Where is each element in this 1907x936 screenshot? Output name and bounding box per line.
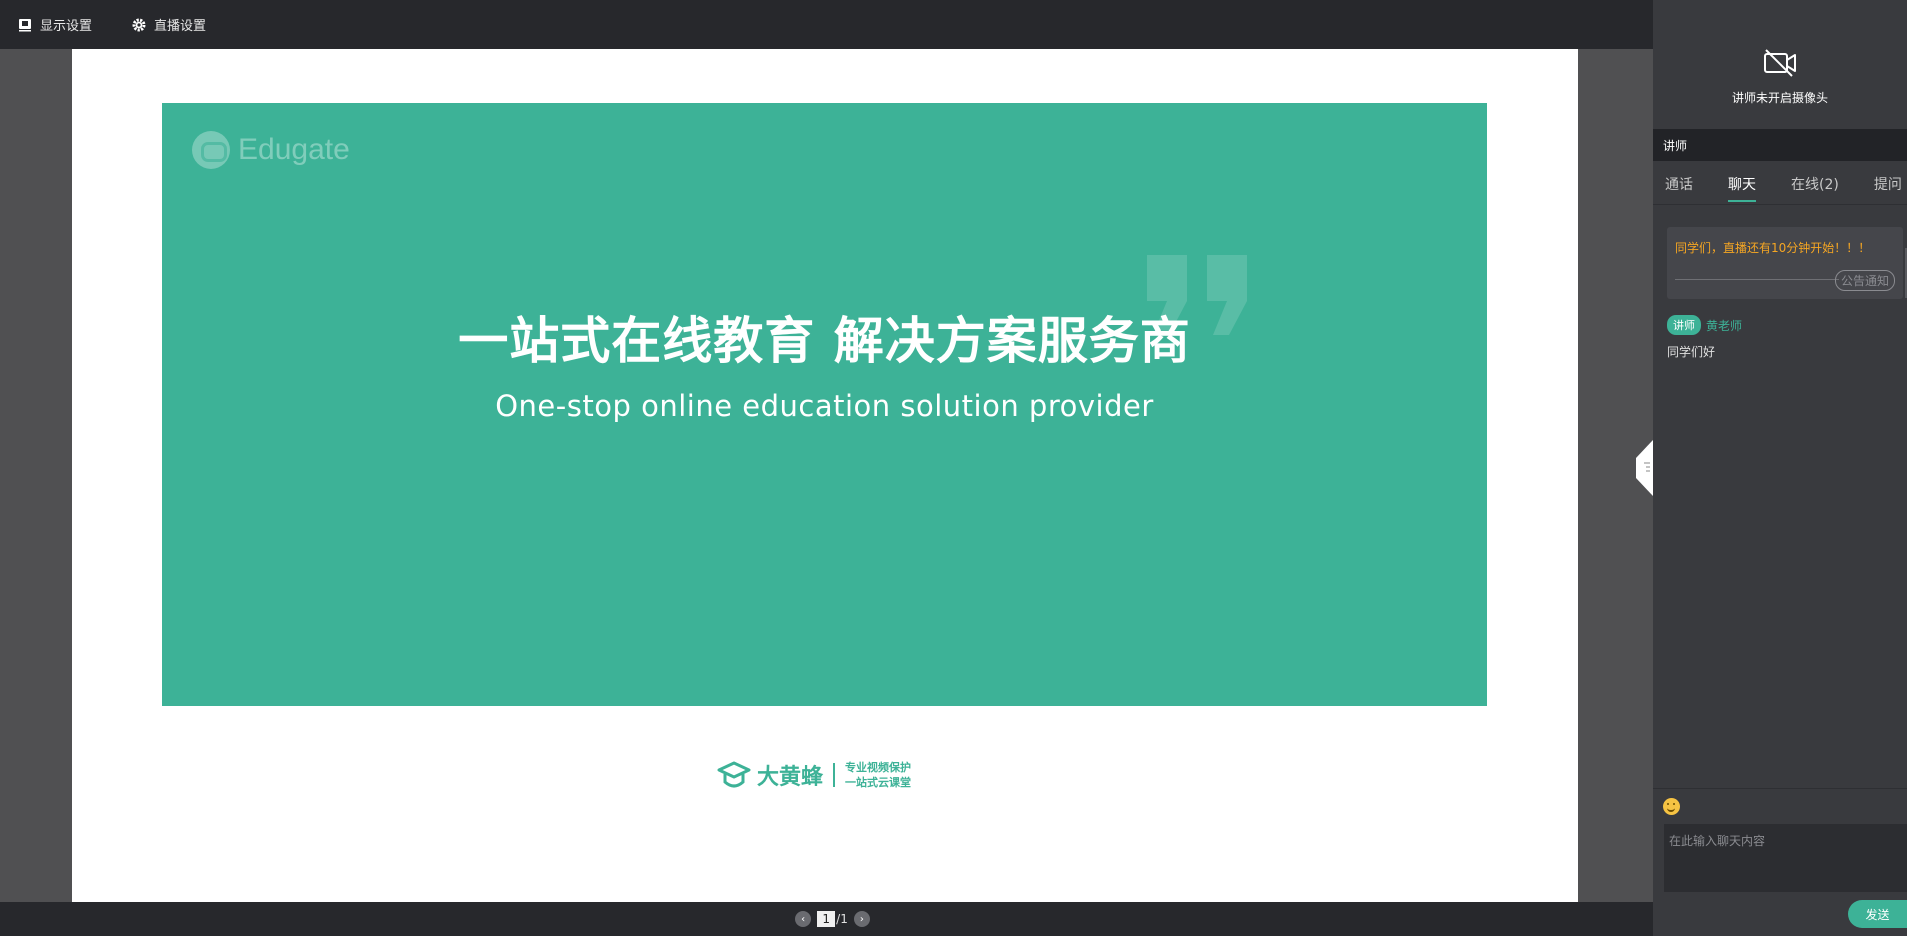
announcement-text: 同学们，直播还有10分钟开始！！！ [1675,241,1871,255]
next-page-button[interactable]: › [853,911,870,927]
chat-input[interactable] [1664,824,1907,892]
edugate-logo-text: Edugate [238,133,350,166]
previous-page-button[interactable]: ‹ [795,911,812,927]
camera-status-text: 讲师未开启摄像头 [1731,91,1828,105]
role-label: 讲师 [1663,138,1688,153]
display-settings-icon [19,18,31,31]
camera-area: 讲师未开启摄像头 [1653,0,1907,129]
camera-off-icon [1764,49,1796,77]
total-pages: /1 [836,912,848,926]
current-page-field[interactable]: 1 [817,911,836,927]
footer-slogan: 专业视频保护 一站式云课堂 [845,760,911,790]
display-settings-label: 显示设置 [40,19,93,34]
tab-online[interactable]: 在线(2) [1791,172,1839,194]
sender-name[interactable]: 黄老师 [1706,317,1742,334]
footer-logo: 大黄蜂 专业视频保护 一站式云课堂 [717,759,911,791]
graduation-cap-icon [717,761,751,788]
top-toolbar: 显示设置 直播设置 [0,0,1653,49]
panel-tabs: 通话 聊天 在线(2) 提问 [1653,161,1907,205]
display-settings-button[interactable]: 显示设置 [18,15,92,34]
footer-divider [833,763,836,787]
slide-banner: Edugate 一站式在线教育 解决方案服务商 One-stop online … [162,103,1487,706]
tab-call[interactable]: 通话 [1665,172,1693,194]
footer-brand-name: 大黄蜂 [757,765,824,790]
live-settings-label: 直播设置 [154,19,207,34]
page-navigator: ‹ 1 /1 › [0,902,1653,936]
live-settings-button[interactable]: 直播设置 [132,15,206,34]
role-bar: 讲师 [1653,129,1907,161]
tab-questions[interactable]: 提问 [1874,172,1902,194]
tab-chat[interactable]: 聊天 [1728,172,1756,202]
slide-headline: 一站式在线教育 解决方案服务商 [458,312,1191,370]
chat-message-header: 讲师 黄老师 [1667,315,1907,335]
footer-slogan-line-1: 专业视频保护 [845,761,912,774]
edugate-logo-icon [192,131,230,169]
announcement-tag[interactable]: 公告通知 [1834,270,1895,291]
presentation-stage: Edugate 一站式在线教育 解决方案服务商 One-stop online … [0,49,1653,902]
chat-message-text: 同学们好 [1667,345,1716,359]
collapse-panel-handle[interactable] [1636,440,1653,496]
edugate-logo: Edugate [192,131,350,169]
slide-page: Edugate 一站式在线教育 解决方案服务商 One-stop online … [72,49,1578,902]
footer-slogan-line-2: 一站式云课堂 [845,776,912,789]
send-button[interactable]: 发送 [1848,900,1907,928]
announcement-divider [1675,279,1839,280]
role-badge: 讲师 [1667,315,1701,335]
gear-icon [132,18,146,31]
announcement-card: 同学们，直播还有10分钟开始！！！ 公告通知 [1667,227,1903,299]
chat-message: 讲师 黄老师 同学们好 [1667,315,1907,360]
slide-subline: One-stop online education solution provi… [495,389,1154,423]
emoji-icon[interactable] [1663,798,1680,815]
